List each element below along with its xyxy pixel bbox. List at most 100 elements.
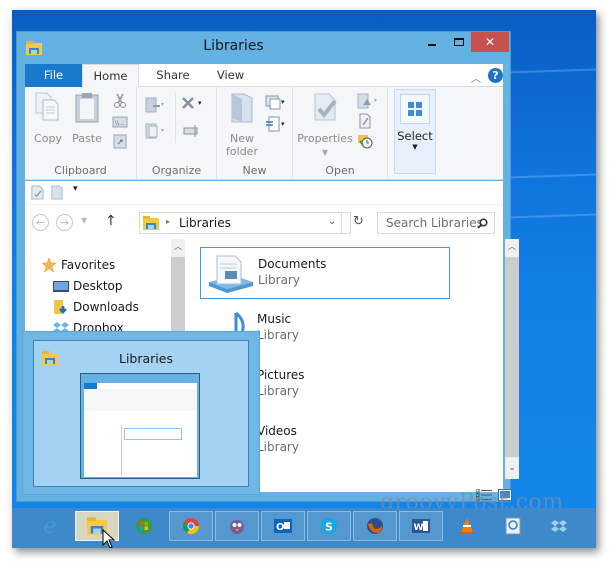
nav-item-desktop[interactable]: Desktop	[53, 277, 123, 295]
properties-button[interactable]: Properties ▼	[297, 91, 353, 159]
select-dropdown-icon: ▼	[412, 143, 418, 151]
back-button[interactable]: ←	[32, 214, 49, 231]
select-button[interactable]: Select ▼	[394, 89, 436, 174]
qat-new-folder-icon[interactable]	[49, 185, 64, 200]
scroll-up-icon[interactable]: ︿	[505, 241, 519, 252]
tab-view[interactable]: View	[203, 64, 258, 87]
svg-text:O: O	[276, 522, 285, 533]
copy-label: Copy	[34, 132, 62, 145]
open-icon[interactable]: ▾	[357, 93, 381, 109]
taskbar-dropbox[interactable]	[537, 511, 581, 541]
divider	[341, 213, 342, 233]
refresh-icon[interactable]: ↻	[353, 214, 371, 232]
thumbnail-preview[interactable]: Libraries	[33, 340, 249, 487]
file-list-scrollbar[interactable]: ︿ ⌄	[505, 239, 519, 479]
library-name: Pictures	[257, 368, 305, 382]
easy-access-icon[interactable]: ▾	[265, 116, 287, 132]
svg-text:▾: ▾	[281, 120, 285, 128]
rename-icon[interactable]	[183, 123, 201, 139]
group-label-organize: Organize	[151, 164, 202, 177]
paste-icon	[75, 93, 99, 123]
title-bar[interactable]: Libraries ✕	[17, 32, 510, 62]
nav-item-label: Favorites	[61, 258, 116, 272]
svg-text:▾: ▾	[374, 97, 377, 104]
group-clipboard: Copy Paste \\... Clipboard	[25, 87, 137, 180]
taskbar-pidgin[interactable]	[215, 511, 259, 541]
recent-locations-icon[interactable]: ▼	[81, 216, 87, 225]
collapse-ribbon-icon[interactable]: ︿	[471, 70, 483, 85]
tab-home[interactable]: Home	[82, 64, 139, 88]
select-grid-icon	[408, 102, 422, 116]
scroll-up-icon[interactable]: ︿	[171, 241, 185, 252]
star-icon	[41, 257, 57, 273]
thumbnail-title: Libraries	[119, 351, 173, 366]
select-icon-frame	[400, 94, 430, 124]
library-documents[interactable]: Documents Library	[200, 247, 450, 299]
tab-file[interactable]: File	[25, 64, 82, 87]
close-button[interactable]: ✕	[471, 32, 509, 52]
move-to-icon[interactable]: ▾	[145, 97, 167, 113]
svg-text:▾: ▾	[161, 101, 164, 108]
copy-to-icon[interactable]: ▾	[145, 123, 167, 139]
svg-text:W: W	[414, 523, 424, 533]
mouse-cursor-icon	[102, 529, 116, 548]
properties-icon	[314, 93, 337, 121]
address-dropdown-icon[interactable]: ⌄	[328, 216, 336, 227]
minimize-button[interactable]	[418, 32, 445, 52]
forward-button[interactable]: →	[56, 214, 73, 231]
copy-button[interactable]: Copy	[31, 91, 65, 145]
breadcrumb-chevron-icon[interactable]: ▸	[166, 217, 170, 226]
scroll-down-icon[interactable]: ⌄	[505, 463, 519, 473]
file-list-scroll-thumb[interactable]	[505, 257, 519, 457]
ribbon-tabs: File Home Share View ︿ ?	[25, 64, 503, 88]
up-arrow-icon[interactable]: ↑	[105, 213, 117, 229]
taskbar-search-viewer[interactable]	[491, 511, 535, 541]
search-input[interactable]: Search Libraries	[386, 216, 483, 230]
copy-path-icon[interactable]: \\...	[112, 114, 128, 130]
new-item-icon[interactable]: ▾	[265, 94, 287, 110]
taskbar-vlc[interactable]	[445, 511, 489, 541]
firefox-icon	[367, 518, 383, 534]
paste-button[interactable]: Paste	[69, 91, 105, 145]
address-bar[interactable]: ▸ Libraries ⌄	[139, 212, 351, 234]
quick-access-toolbar: ▾	[25, 181, 503, 205]
forward-arrow-icon: →	[59, 216, 70, 229]
nav-item-label: Downloads	[73, 300, 139, 314]
vlc-icon	[460, 518, 474, 534]
cut-icon[interactable]	[112, 93, 128, 109]
taskbar-windows-media-center[interactable]	[122, 511, 166, 541]
outlook-icon: O	[274, 519, 292, 533]
divider	[175, 93, 176, 143]
nav-item-label: Desktop	[73, 279, 123, 293]
nav-item-downloads[interactable]: Downloads	[54, 298, 139, 316]
qat-properties-icon[interactable]	[30, 185, 45, 200]
taskbar: e O S W	[12, 508, 596, 548]
taskbar-internet-explorer[interactable]: e	[28, 511, 72, 541]
paste-shortcut-icon[interactable]	[112, 133, 128, 149]
copy-icon	[35, 92, 59, 121]
history-icon[interactable]	[357, 133, 373, 149]
new-folder-button[interactable]: New folder	[223, 91, 261, 158]
taskbar-chrome[interactable]	[169, 511, 213, 541]
chrome-icon	[182, 518, 200, 535]
nav-item-favorites[interactable]: Favorites	[41, 256, 116, 274]
windows-media-center-icon	[136, 518, 152, 534]
delete-icon[interactable]: ▾	[181, 95, 207, 111]
properties-dropdown-icon[interactable]: ▼	[322, 148, 328, 157]
edit-icon[interactable]	[357, 113, 373, 129]
maximize-button[interactable]	[445, 32, 472, 52]
tab-share[interactable]: Share	[143, 64, 203, 87]
help-icon[interactable]: ?	[488, 68, 503, 83]
svg-text:S: S	[325, 521, 333, 534]
navigation-bar: ← → ▼ ↑ ▸ Libraries ⌄ ↻ Search Libraries	[25, 205, 503, 239]
pidgin-icon	[230, 520, 244, 534]
qat-customize-icon[interactable]: ▾	[73, 184, 78, 194]
search-icon[interactable]	[477, 218, 488, 229]
taskbar-skype[interactable]: S	[307, 511, 351, 541]
back-arrow-icon: ←	[35, 216, 46, 229]
search-box[interactable]: Search Libraries	[377, 212, 495, 234]
taskbar-word[interactable]: W	[399, 511, 443, 541]
taskbar-firefox[interactable]	[353, 511, 397, 541]
taskbar-outlook[interactable]: O	[261, 511, 305, 541]
search-viewer-icon	[505, 517, 521, 535]
